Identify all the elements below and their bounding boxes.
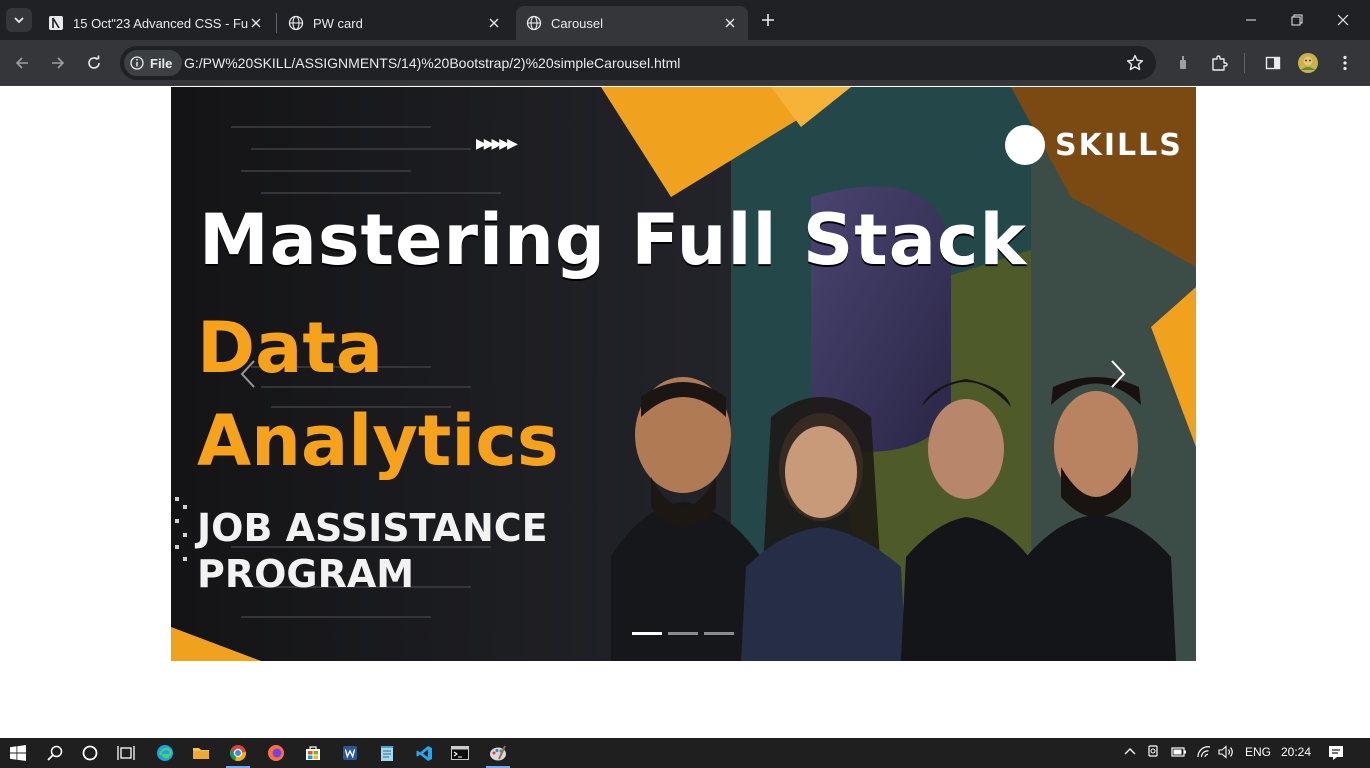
slide-program-text: JOB ASSISTANCE PROGRAM	[197, 506, 548, 596]
terminal-icon	[451, 746, 469, 760]
tab-search-button[interactable]	[6, 8, 32, 32]
new-tab-button[interactable]	[758, 10, 778, 30]
paint-palette-icon	[490, 745, 506, 761]
word-icon	[343, 746, 357, 760]
chrome-app[interactable]	[220, 738, 256, 768]
close-tab-icon[interactable]	[722, 15, 738, 31]
more-menu-icon[interactable]	[1334, 52, 1356, 74]
toolbar-separator	[1244, 53, 1245, 73]
logo-text: SKILLS	[1055, 127, 1183, 163]
show-hidden-icons-chevron-icon[interactable]	[1124, 746, 1136, 761]
carousel-indicator-1[interactable]	[632, 632, 662, 635]
chevron-left-icon	[240, 360, 255, 388]
minimize-button[interactable]	[1228, 0, 1274, 40]
logo-mark-icon	[1005, 125, 1045, 165]
tab-advanced-css[interactable]: 15 Oct"23 Advanced CSS - Full	[38, 6, 274, 40]
start-button[interactable]	[0, 738, 36, 768]
firefox-browser-icon	[268, 745, 284, 761]
word-app[interactable]	[332, 738, 368, 768]
page-content: ▶▶▶▶▶ SKILLS Mastering Full Stack Data A…	[0, 87, 1370, 738]
site-info-chip[interactable]: File	[124, 50, 183, 76]
arrow-right-icon	[52, 57, 65, 69]
address-bar[interactable]: File G:/PW%20SKILL/ASSIGNMENTS/14)%20Boo…	[120, 46, 1156, 80]
carousel-next-button[interactable]	[1103, 357, 1133, 391]
notepad-icon	[381, 745, 393, 761]
info-icon	[130, 56, 144, 70]
tab-title: 15 Oct"23 Advanced CSS - Full	[73, 15, 248, 31]
windows-logo-icon	[10, 745, 26, 761]
tab-title: PW card	[313, 15, 363, 31]
chevron-right-icon	[1111, 360, 1126, 388]
slide-subtitle-line2: Analytics	[197, 400, 559, 482]
carousel-indicator-3[interactable]	[704, 632, 734, 635]
close-icon	[1337, 14, 1349, 26]
tab-separator	[276, 13, 277, 33]
forward-button[interactable]	[46, 51, 70, 75]
site-favicon-icon	[49, 16, 63, 30]
restore-button[interactable]	[1274, 0, 1320, 40]
folder-icon	[193, 748, 209, 759]
carousel-indicators	[632, 632, 734, 635]
tab-title: Carousel	[551, 15, 604, 31]
plus-icon	[762, 14, 774, 26]
task-view-button[interactable]	[108, 738, 144, 768]
extensions-puzzle-icon[interactable]	[1208, 52, 1230, 74]
bookmark-star-icon[interactable]	[1126, 54, 1144, 72]
battery-icon[interactable]	[1171, 746, 1187, 761]
paint-app[interactable]	[480, 738, 516, 768]
slide-title: Mastering Full Stack	[199, 199, 1028, 281]
media-control-icon[interactable]	[1172, 52, 1194, 74]
browser-toolbar: File G:/PW%20SKILL/ASSIGNMENTS/14)%20Boo…	[0, 40, 1370, 86]
task-view-icon	[117, 746, 135, 760]
restore-icon	[1291, 14, 1303, 26]
notepad-app[interactable]	[369, 738, 405, 768]
skills-logo: SKILLS	[1005, 125, 1183, 165]
volume-icon[interactable]	[1218, 745, 1234, 762]
firefox-app[interactable]	[258, 738, 294, 768]
close-tab-icon[interactable]	[248, 15, 264, 31]
tab-carousel[interactable]: Carousel	[516, 6, 748, 40]
carousel-indicator-2[interactable]	[668, 632, 698, 635]
vscode-app[interactable]	[406, 738, 442, 768]
close-tab-icon[interactable]	[486, 15, 502, 31]
close-window-button[interactable]	[1320, 0, 1366, 40]
search-button[interactable]	[37, 738, 73, 768]
wifi-icon[interactable]	[1196, 745, 1212, 762]
minimize-icon	[1246, 19, 1256, 21]
profile-avatar[interactable]	[1297, 52, 1319, 74]
meet-now-icon[interactable]	[1147, 745, 1161, 762]
tab-pw-card[interactable]: PW card	[278, 6, 512, 40]
carousel: ▶▶▶▶▶ SKILLS Mastering Full Stack Data A…	[171, 87, 1196, 661]
edge-browser-icon	[157, 745, 173, 761]
search-icon	[47, 745, 63, 761]
terminal-app[interactable]	[442, 738, 478, 768]
store-bag-icon	[306, 746, 320, 760]
url-text[interactable]: G:/PW%20SKILL/ASSIGNMENTS/14)%20Bootstra…	[184, 55, 680, 71]
clock-time[interactable]: 20:24	[1281, 745, 1311, 759]
site-info-label: File	[150, 55, 173, 71]
globe-icon	[288, 15, 304, 31]
vscode-icon	[416, 745, 432, 761]
decorative-arrows-icon: ▶▶▶▶▶	[476, 135, 518, 151]
reload-icon	[88, 55, 100, 69]
language-indicator[interactable]: ENG	[1245, 745, 1271, 759]
notifications-button[interactable]	[1318, 738, 1354, 768]
cortana-circle-icon	[82, 745, 98, 761]
globe-icon	[526, 15, 542, 31]
back-button[interactable]	[10, 51, 34, 75]
file-explorer-app[interactable]	[183, 738, 219, 768]
arrow-left-icon	[15, 57, 28, 69]
tab-bar: 15 Oct"23 Advanced CSS - Full PW card Ca…	[0, 0, 1370, 40]
windows-taskbar: ENG 20:24	[0, 738, 1370, 768]
side-panel-icon[interactable]	[1262, 52, 1284, 74]
store-app[interactable]	[295, 738, 331, 768]
cortana-button[interactable]	[72, 738, 108, 768]
slide-subtitle-line1: Data	[197, 307, 384, 389]
notification-center-icon	[1329, 746, 1343, 760]
chevron-down-icon	[14, 17, 24, 24]
chrome-browser-icon	[230, 745, 247, 762]
edge-app[interactable]	[147, 738, 183, 768]
carousel-prev-button[interactable]	[233, 357, 263, 391]
reload-button[interactable]	[82, 51, 106, 75]
